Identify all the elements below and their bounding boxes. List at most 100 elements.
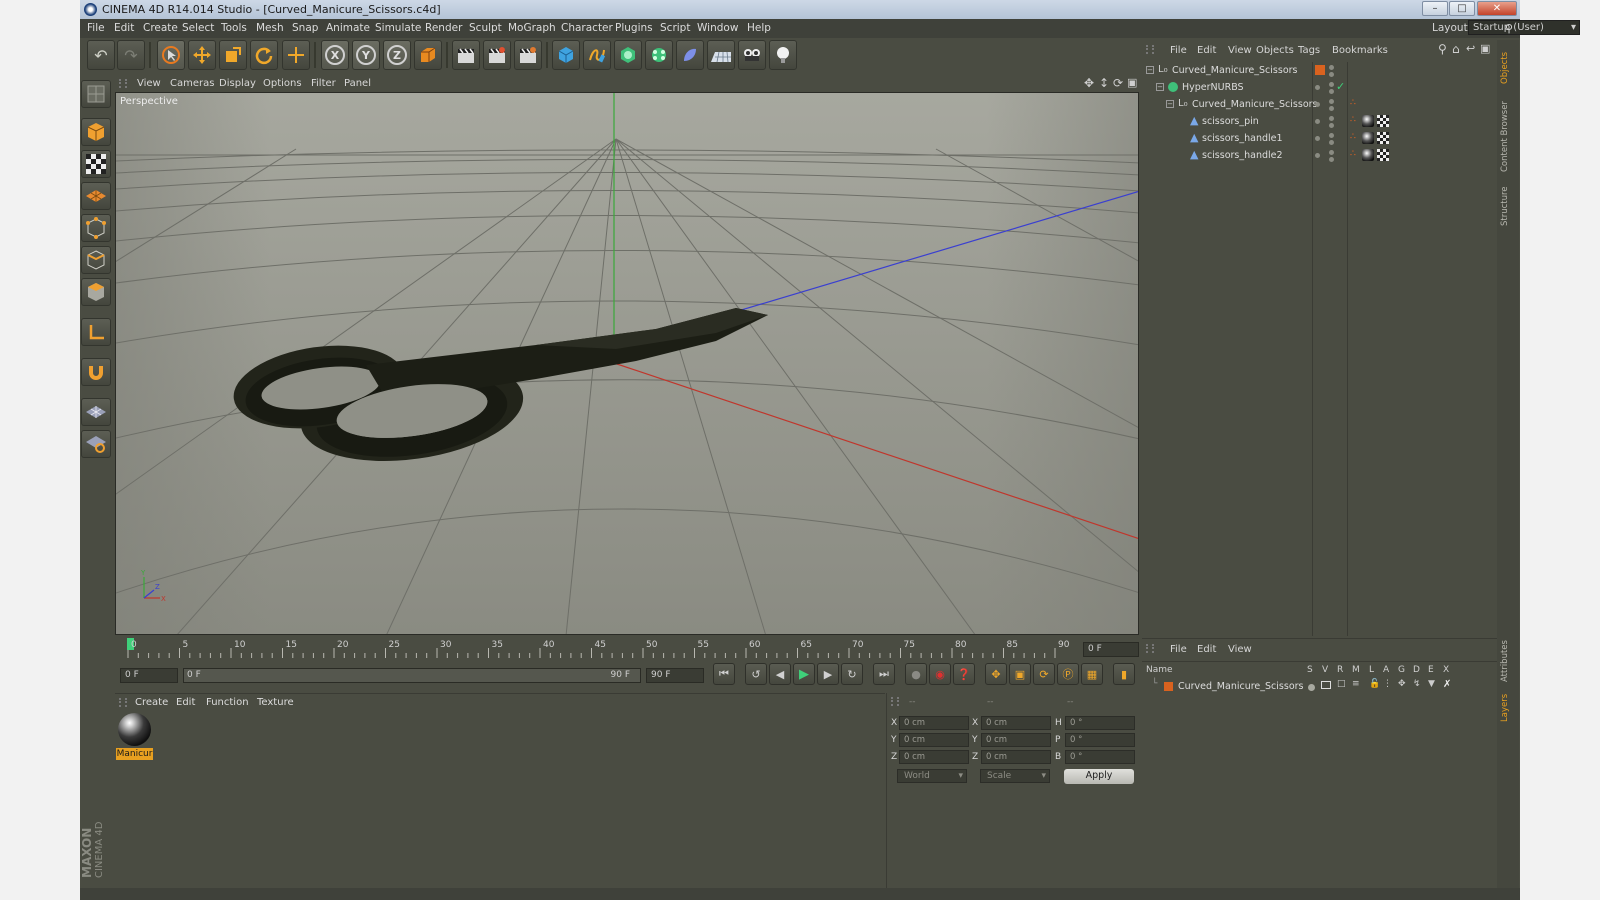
edges-mode-button[interactable] [81, 246, 111, 274]
z-axis-lock-button[interactable]: Z [383, 40, 411, 70]
deformers-toggle-icon[interactable]: ↯ [1413, 679, 1421, 689]
layer-color-swatch[interactable] [1164, 682, 1173, 691]
viewport-menu-panel[interactable]: Panel [344, 78, 371, 89]
menu-plugins[interactable]: Plugins [615, 22, 653, 34]
menu-simulate[interactable]: Simulate [375, 22, 421, 34]
rot-h-field[interactable]: 0 ° [1065, 716, 1135, 730]
layers-menu-file[interactable]: File [1170, 644, 1187, 655]
previous-key-button[interactable]: ↺ [745, 663, 767, 685]
material-tag-icon[interactable] [1362, 149, 1374, 161]
render-visibility-dot[interactable] [1329, 89, 1334, 94]
menu-window[interactable]: Window [697, 22, 738, 34]
undo-button[interactable]: ↶ [87, 40, 115, 70]
objects-menu-edit[interactable]: Edit [1197, 45, 1216, 56]
phong-tag-icon[interactable]: ∴ [1350, 115, 1356, 125]
planar-workplane-button[interactable] [81, 430, 111, 458]
close-button[interactable]: ✕ [1477, 1, 1517, 16]
objects-menu-bookmarks[interactable]: Bookmarks [1332, 45, 1388, 56]
search-icon[interactable]: ⚲ [1438, 42, 1447, 56]
object-row[interactable]: ▲ scissors_handle1 ∴ [1142, 130, 1497, 147]
tab-content-browser[interactable]: Content Browser [1500, 90, 1515, 172]
animation-toggle-icon[interactable]: ⋮ [1383, 679, 1392, 689]
collapse-toggle-icon[interactable]: − [1166, 100, 1174, 108]
size-mode-dropdown[interactable]: Scale ▾ [980, 769, 1050, 783]
record-keys-button[interactable]: ● [905, 663, 927, 685]
object-row[interactable]: ▲ scissors_handle2 ∴ [1142, 147, 1497, 164]
texture-tag-icon[interactable] [1377, 149, 1389, 161]
layers-menu-edit[interactable]: Edit [1197, 644, 1216, 655]
tweak-mode-button[interactable] [81, 358, 111, 386]
zoom-view-icon[interactable]: ↕ [1099, 76, 1109, 90]
visibility-dot[interactable] [1315, 136, 1320, 141]
editor-visibility-dot[interactable] [1329, 99, 1334, 104]
tab-layers[interactable]: Layers [1500, 686, 1515, 722]
key-position-button[interactable]: ✥ [985, 663, 1007, 685]
add-spline-button[interactable] [583, 40, 611, 70]
render-picture-viewer-button[interactable] [483, 40, 511, 70]
phong-tag-icon[interactable]: ∴ [1350, 149, 1356, 159]
minimize-button[interactable]: – [1422, 1, 1448, 16]
texture-tag-icon[interactable] [1377, 115, 1389, 127]
texture-mode-button[interactable] [81, 150, 111, 178]
make-editable-button[interactable] [81, 80, 111, 108]
add-camera-button[interactable] [738, 40, 766, 70]
go-to-start-button[interactable]: ⏮ [713, 663, 735, 685]
editor-visibility-dot[interactable] [1329, 150, 1334, 155]
layers-menu-view[interactable]: View [1228, 644, 1252, 655]
layer-row[interactable]: └ Curved_Manicure_Scissors □ ≡ 🔓 ⋮ ✥ ↯ ▼… [1142, 678, 1497, 695]
lock-toggle-icon[interactable]: 🔓 [1369, 679, 1380, 689]
render-visibility-dot[interactable] [1329, 106, 1334, 111]
editor-visibility-dot[interactable] [1329, 65, 1334, 70]
visibility-dot[interactable] [1315, 85, 1320, 90]
add-array-button[interactable] [645, 40, 673, 70]
perspective-viewport[interactable]: Y X Z Perspective [115, 92, 1139, 635]
search-icon[interactable]: ⚲ [1505, 22, 1513, 35]
play-button[interactable]: ▶ [793, 663, 815, 685]
redo-button[interactable]: ↷ [117, 40, 145, 70]
visibility-dot[interactable] [1315, 102, 1320, 107]
locked-workplane-button[interactable] [81, 398, 111, 426]
size-x-field[interactable]: 0 cm [981, 716, 1051, 730]
home-icon[interactable]: ⌂ [1452, 42, 1460, 56]
back-icon[interactable]: ↩ [1466, 42, 1475, 55]
editor-visibility-dot[interactable] [1329, 116, 1334, 121]
pos-z-field[interactable]: 0 cm [899, 750, 969, 764]
objects-menu-objects[interactable]: Objects [1256, 45, 1294, 56]
object-row[interactable]: − L₀ Curved_Manicure_Scissors [1142, 62, 1497, 79]
object-row[interactable]: ▲ scissors_pin ∴ [1142, 113, 1497, 130]
pan-view-icon[interactable]: ✥ [1084, 76, 1094, 90]
rotate-tool-button[interactable] [250, 40, 278, 70]
viewport-menu-options[interactable]: Options [263, 78, 302, 89]
add-deformer-button[interactable] [676, 40, 704, 70]
y-axis-lock-button[interactable]: Y [352, 40, 380, 70]
workplane-mode-button[interactable] [81, 182, 111, 210]
view-toggle-icon[interactable] [1321, 681, 1331, 689]
material-menu-edit[interactable]: Edit [176, 697, 195, 708]
coordinate-mode-dropdown[interactable]: World ▾ [897, 769, 967, 783]
keyframe-selection-button[interactable]: ❓ [953, 663, 975, 685]
start-frame-field[interactable]: 0 F [120, 668, 178, 683]
menu-animate[interactable]: Animate [326, 22, 370, 34]
tab-objects[interactable]: Objects [1500, 44, 1515, 84]
generators-toggle-icon[interactable]: ✥ [1398, 679, 1406, 689]
key-rotation-button[interactable]: ⟳ [1033, 663, 1055, 685]
expressions-toggle-icon[interactable]: ▼ [1428, 679, 1435, 689]
render-toggle-icon[interactable]: □ [1337, 679, 1346, 689]
key-pla-button[interactable]: ▦ [1081, 663, 1103, 685]
pos-y-field[interactable]: 0 cm [899, 733, 969, 747]
size-z-field[interactable]: 0 cm [981, 750, 1051, 764]
go-to-end-button[interactable]: ⏭ [873, 663, 895, 685]
menu-script[interactable]: Script [660, 22, 690, 34]
tab-attributes[interactable]: Attributes [1500, 630, 1515, 682]
menu-mograph[interactable]: MoGraph [508, 22, 556, 34]
points-mode-button[interactable] [81, 214, 111, 242]
texture-tag-icon[interactable] [1377, 132, 1389, 144]
end-frame-field[interactable]: 90 F [646, 668, 704, 683]
axis-mode-button[interactable] [81, 318, 111, 346]
autokeying-button[interactable]: ◉ [929, 663, 951, 685]
layout-select[interactable]: Startup (User) ▾ [1468, 20, 1580, 35]
xref-toggle-icon[interactable]: ✗ [1443, 679, 1451, 690]
timeline-ruler[interactable]: 0 5 10 15 20 25 30 35 40 45 50 55 60 65 70 75 80 85 90 0 F [115, 636, 1140, 662]
phong-tag-icon[interactable]: ∴ [1350, 98, 1356, 108]
objects-menu-view[interactable]: View [1228, 45, 1252, 56]
